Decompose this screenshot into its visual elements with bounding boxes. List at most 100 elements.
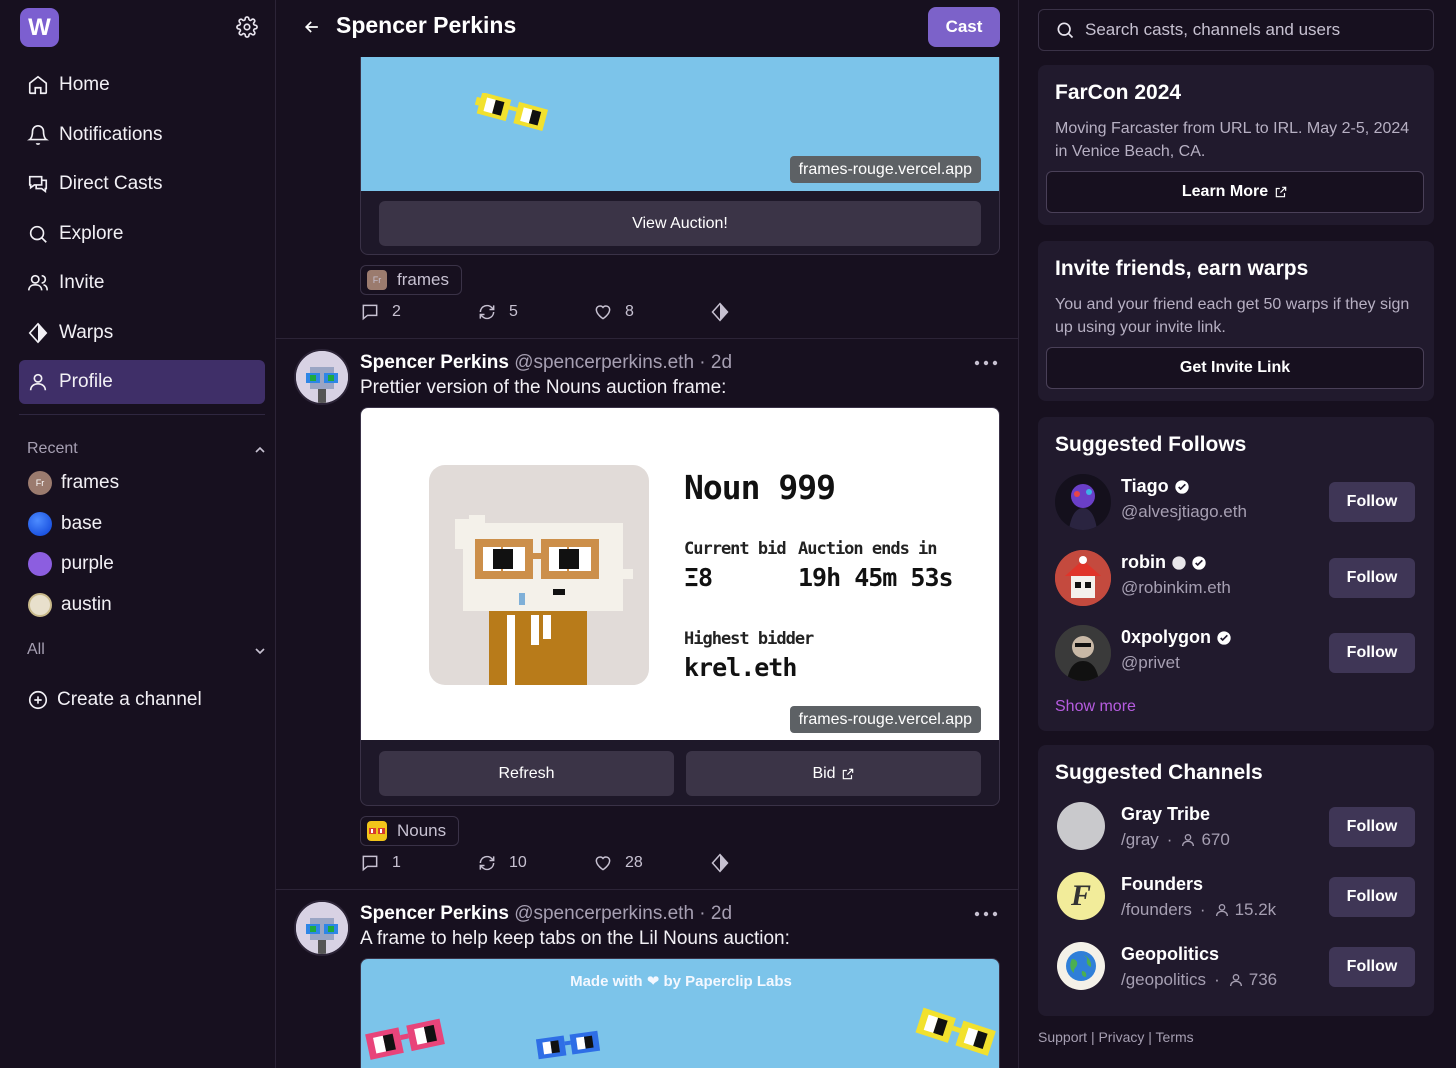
avatar[interactable] [1055, 625, 1111, 681]
search-placeholder: Search casts, channels and users [1085, 20, 1341, 39]
recent-channel-frames[interactable]: Fr frames [28, 470, 119, 496]
cast-button[interactable]: Cast [928, 7, 1000, 47]
channel-tag-nouns[interactable]: Nouns [360, 816, 460, 846]
warp-tip-button[interactable] [710, 851, 742, 875]
suggested-user-name[interactable]: Tiago [1121, 476, 1190, 497]
back-arrow-icon[interactable] [302, 17, 322, 37]
channel-avatar[interactable] [1057, 802, 1105, 850]
refresh-button[interactable]: Refresh [379, 751, 674, 796]
get-invite-link-button[interactable]: Get Invite Link [1046, 347, 1424, 389]
frame-caption: Made with ❤ by Paperclip Labs [570, 973, 792, 990]
channel-tag-frames[interactable]: Fr frames [360, 265, 462, 295]
diamond-icon [710, 302, 730, 322]
more-options-icon[interactable] [974, 911, 998, 917]
support-link[interactable]: Support [1038, 1029, 1087, 1045]
page-title: Spencer Perkins [336, 12, 517, 38]
channel-name[interactable]: Gray Tribe [1121, 804, 1210, 825]
sidebar-divider [19, 414, 265, 415]
search-input[interactable]: Search casts, channels and users [1038, 9, 1434, 51]
suggested-follows-title: Suggested Follows [1055, 433, 1247, 456]
nav-invite[interactable]: Invite [19, 261, 265, 305]
terms-link[interactable]: Terms [1156, 1029, 1194, 1045]
reply-button[interactable]: 1 [360, 851, 401, 875]
frame-url-badge[interactable]: frames-rouge.vercel.app [789, 706, 981, 733]
like-button[interactable]: 8 [593, 300, 634, 324]
recent-channel-austin[interactable]: austin [28, 592, 112, 618]
privacy-link[interactable]: Privacy [1098, 1029, 1144, 1045]
comment-icon [360, 853, 380, 873]
user-icon [1214, 902, 1230, 918]
avatar[interactable] [294, 349, 350, 405]
chevron-down-icon[interactable] [252, 643, 268, 659]
follow-button[interactable]: Follow [1329, 807, 1415, 847]
reply-button[interactable]: 2 [360, 300, 401, 324]
app-logo[interactable]: W [20, 8, 59, 47]
post-author[interactable]: Spencer Perkins [360, 352, 509, 373]
user-icon [1228, 972, 1244, 988]
suggested-user-name[interactable]: robin [1121, 552, 1207, 573]
channel-name[interactable]: Founders [1121, 874, 1203, 895]
like-button[interactable]: 28 [593, 851, 643, 875]
verified-badge-icon [1174, 479, 1190, 495]
nouns-channel-icon [367, 821, 387, 841]
channel-handle-row: /geopolitics · 736 [1121, 970, 1277, 990]
suggested-follows-panel: Suggested Follows Tiago @alvesjtiago.eth… [1038, 417, 1434, 731]
follow-button[interactable]: Follow [1329, 558, 1415, 598]
follow-button[interactable]: Follow [1329, 947, 1415, 987]
heart-icon [593, 853, 613, 873]
frame-image[interactable]: frames-rouge.vercel.app [361, 37, 999, 191]
warp-tip-button[interactable] [710, 300, 742, 324]
verified-badge-icon [1216, 630, 1232, 646]
globe-icon [1066, 951, 1096, 981]
channel-avatar [28, 593, 52, 617]
view-auction-button[interactable]: View Auction! [379, 201, 981, 246]
nav-direct-casts[interactable]: Direct Casts [19, 162, 265, 206]
bid-button[interactable]: Bid [686, 751, 981, 796]
recent-channel-base[interactable]: base [28, 511, 102, 537]
recent-channel-purple[interactable]: purple [28, 551, 114, 577]
left-sidebar: W Home Notifications Direct Casts Explor… [0, 0, 276, 1068]
dot-separator: · [1214, 970, 1220, 989]
follow-button[interactable]: Follow [1329, 877, 1415, 917]
nav-home[interactable]: Home [19, 63, 265, 107]
post-text: Prettier version of the Nouns auction fr… [360, 377, 727, 398]
noun-title: Noun 999 [684, 468, 836, 507]
nav-explore[interactable]: Explore [19, 212, 265, 256]
auction-ends-label: Auction ends in [798, 539, 938, 559]
channel-avatar[interactable] [1057, 942, 1105, 990]
channel-avatar[interactable]: F [1057, 872, 1105, 920]
user-name-text: robin [1121, 552, 1166, 572]
recast-button[interactable]: 5 [477, 300, 518, 324]
all-label: All [27, 641, 45, 658]
frame-image[interactable]: Noun 999 Current bid Ξ8 Auction ends in … [361, 408, 999, 740]
nav-warps[interactable]: Warps [19, 311, 265, 355]
avatar[interactable] [1055, 550, 1111, 606]
post-divider [276, 889, 1018, 890]
nav-notifications[interactable]: Notifications [19, 113, 265, 157]
avatar[interactable] [1055, 474, 1111, 530]
frame-url-badge[interactable]: frames-rouge.vercel.app [789, 156, 981, 183]
follow-button[interactable]: Follow [1329, 482, 1415, 522]
suggested-user-name[interactable]: 0xpolygon [1121, 627, 1232, 648]
post-author[interactable]: Spencer Perkins [360, 903, 509, 924]
chevron-up-icon[interactable] [252, 442, 268, 458]
nav-profile[interactable]: Profile [19, 360, 265, 404]
recast-icon [477, 302, 497, 322]
recent-channel-label: frames [61, 472, 120, 493]
gear-icon[interactable] [236, 16, 258, 38]
recast-button[interactable]: 10 [477, 851, 527, 875]
frame-image[interactable]: Made with ❤ by Paperclip Labs [361, 959, 999, 1068]
follow-button[interactable]: Follow [1329, 633, 1415, 673]
show-more-link[interactable]: Show more [1055, 698, 1136, 716]
post-meta: @spencerperkins.eth · 2d [514, 352, 733, 373]
more-options-icon[interactable] [974, 360, 998, 366]
noun-image [429, 465, 649, 685]
nav-direct-casts-label: Direct Casts [59, 173, 163, 194]
learn-more-button[interactable]: Learn More [1046, 171, 1424, 213]
learn-more-label: Learn More [1181, 183, 1269, 200]
channel-name[interactable]: Geopolitics [1121, 944, 1219, 965]
create-channel-button[interactable]: Create a channel [27, 689, 202, 711]
avatar[interactable] [294, 900, 350, 956]
farcon-panel: FarCon 2024 Moving Farcaster from URL to… [1038, 65, 1434, 225]
noggles-glasses-icon [365, 1018, 445, 1060]
